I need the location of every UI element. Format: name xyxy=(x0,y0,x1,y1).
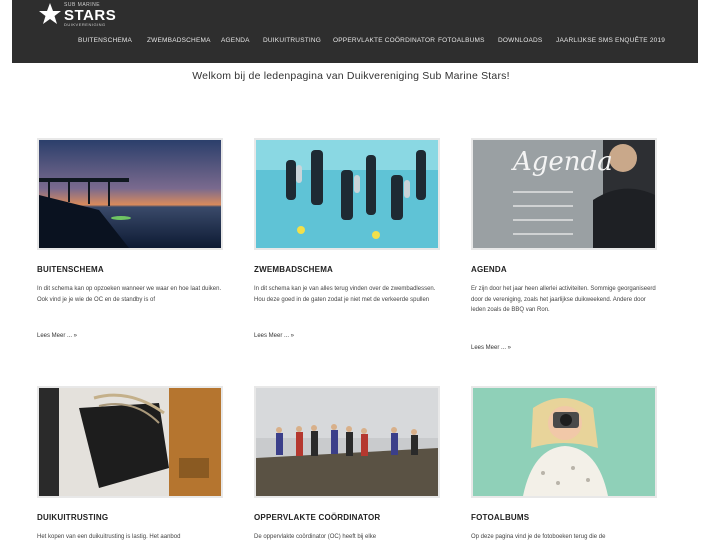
nav-item-jaarlijkse-sms-enquete[interactable]: JAARLIJKSE SMS ENQUÊTE 2019 xyxy=(556,37,665,44)
site-logo[interactable]: SUB MARINE STARS DUIKVERENIGING xyxy=(38,2,118,28)
card-title[interactable]: DUIKUITRUSTING xyxy=(37,513,108,522)
read-more-link[interactable]: Lees Meer ... » xyxy=(471,345,511,351)
star-logo-icon xyxy=(39,3,61,24)
main-menu: BUITENSCHEMA ZWEMBADSCHEMA AGENDA DUIKUI… xyxy=(12,37,698,49)
read-more-link[interactable]: Lees Meer ... » xyxy=(37,333,77,339)
card-description: In dit schema kan op opzoeken wanneer we… xyxy=(37,286,222,303)
nav-item-oppervlakte-coordinator[interactable]: OPPERVLAKTE COÖRDINATOR xyxy=(333,37,435,44)
card-description: Het kopen van een duikuitrusting is last… xyxy=(37,534,181,540)
welcome-heading: Welkom bij de ledenpagina van Duikvereni… xyxy=(192,70,510,82)
agenda-board-text: Agenda xyxy=(511,147,613,177)
nav-item-fotoalbums[interactable]: FOTOALBUMS xyxy=(438,37,485,44)
card-title[interactable]: AGENDA xyxy=(471,265,507,274)
nav-item-agenda[interactable]: AGENDA xyxy=(221,37,250,44)
nav-item-buitenschema[interactable]: BUITENSCHEMA xyxy=(78,37,132,44)
card-image-fotoalbums[interactable] xyxy=(471,386,657,498)
card-description: De oppervlakte coördinator (OC) heeft bi… xyxy=(254,534,377,540)
nav-item-downloads[interactable]: DOWNLOADS xyxy=(498,37,542,44)
card-title[interactable]: ZWEMBADSCHEMA xyxy=(254,265,333,274)
card-description: In dit schema kan je van alles terug vin… xyxy=(254,286,436,303)
read-more-link[interactable]: Lees Meer ... » xyxy=(254,333,294,339)
card-image-buitenschema[interactable] xyxy=(37,138,223,250)
card-image-zwembadschema[interactable] xyxy=(254,138,440,250)
card-description: Er zijn door het jaar heen allerlei acti… xyxy=(471,286,656,313)
card-image-duikuitrusting[interactable] xyxy=(37,386,223,498)
nav-item-zwembadschema[interactable]: ZWEMBADSCHEMA xyxy=(147,37,211,44)
card-description: Op deze pagina vind je de fotoboeken ter… xyxy=(471,534,606,540)
card-image-agenda[interactable]: Agenda xyxy=(471,138,657,250)
card-title[interactable]: BUITENSCHEMA xyxy=(37,265,104,274)
nav-item-duikuitrusting[interactable]: DUIKUITRUSTING xyxy=(263,37,321,44)
card-title[interactable]: FOTOALBUMS xyxy=(471,513,529,522)
top-navigation-bar: SUB MARINE STARS DUIKVERENIGING BUITENSC… xyxy=(12,0,698,63)
card-image-oppervlakte-coordinator[interactable] xyxy=(254,386,440,498)
card-title[interactable]: OPPERVLAKTE COÖRDINATOR xyxy=(254,513,380,522)
logo-text-bottom: DUIKVERENIGING xyxy=(64,22,106,27)
